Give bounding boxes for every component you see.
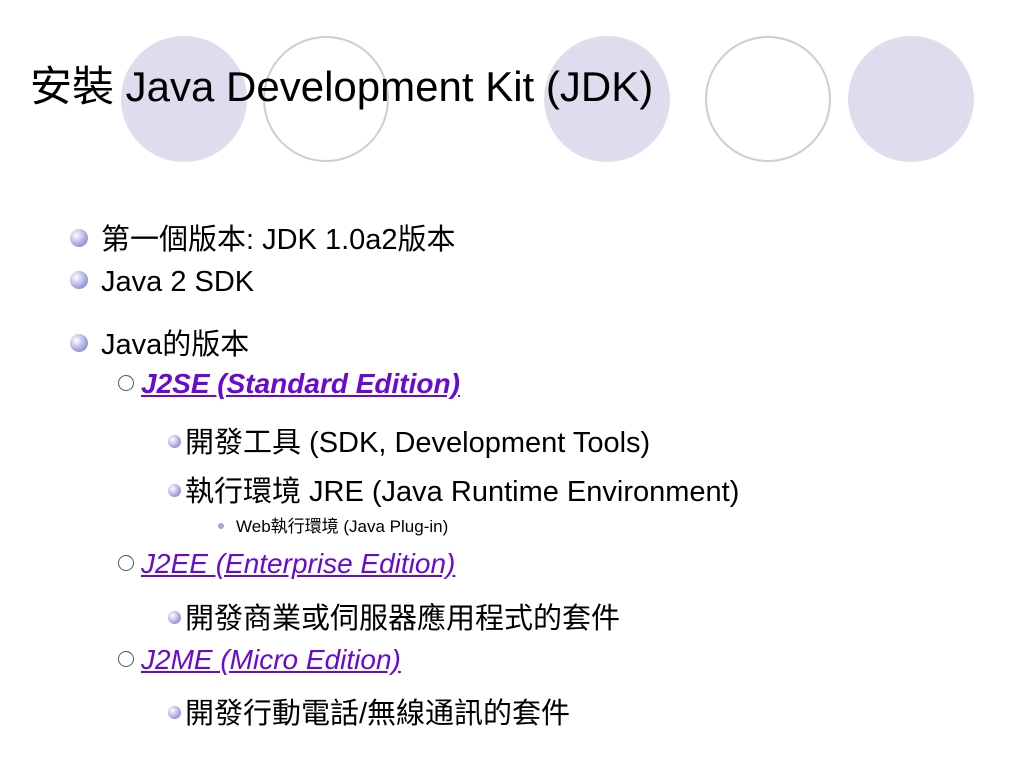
j2ee-link[interactable]: J2EE (Enterprise Edition) [141,548,455,579]
bullet-dot-icon [168,610,181,624]
slide-title: 安裝 Java Development Kit (JDK) [30,63,654,110]
decor-circle-5 [848,36,974,162]
j2se-link[interactable]: J2SE (Standard Edition) [141,368,460,399]
bullet-item: 開發商業或伺服器應用程式的套件 [168,595,620,637]
bullet-item: J2ME (Micro Edition) [118,644,401,676]
bullet-dot-icon [70,271,88,290]
bullet-dot-icon [168,705,181,719]
bullet-item: J2SE (Standard Edition) [118,368,460,400]
bullet-item: 開發行動電話/無線通訊的套件 [168,690,570,732]
bullet-dot-icon [168,483,181,497]
bullet-ring-icon [118,650,134,667]
bullet-ring-icon [118,374,134,391]
bullet-item: Java的版本 [70,321,249,363]
bullet-dot-icon [168,434,181,448]
j2me-link[interactable]: J2ME (Micro Edition) [141,644,401,675]
bullet-item: J2EE (Enterprise Edition) [118,548,455,580]
decor-circle-4 [705,36,831,162]
bullet-ring-icon [118,554,134,571]
bullet-item: 第一個版本: JDK 1.0a2版本 [70,216,456,258]
bullet-item: 執行環境 JRE (Java Runtime Environment) [168,468,739,510]
bullet-dot-icon [70,229,88,248]
bullet-item: Web執行環境 (Java Plug-in) [218,512,448,537]
bullet-small-dot-icon [218,522,224,529]
bullet-item: 開發工具 (SDK, Development Tools) [168,419,650,461]
bullet-dot-icon [70,334,88,353]
bullet-item: Java 2 SDK [70,266,254,299]
